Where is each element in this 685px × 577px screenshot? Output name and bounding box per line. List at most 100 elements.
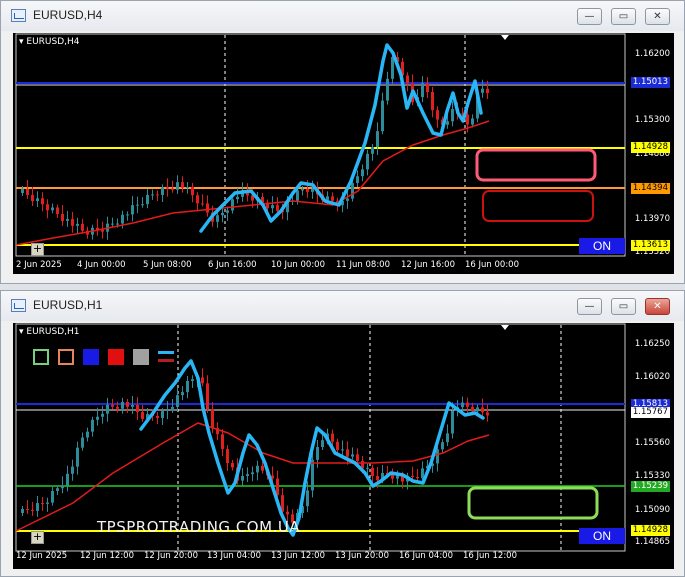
candle-body (311, 459, 314, 491)
maximize-button[interactable]: ▭ (611, 8, 636, 25)
window-title: EURUSD,H4 (33, 8, 103, 22)
candle-body (131, 405, 134, 407)
candle-body (446, 121, 449, 125)
candle-body (436, 110, 439, 120)
candle-body (231, 463, 234, 468)
candle-body (226, 210, 229, 213)
candle-body (161, 187, 164, 195)
crosshair-icon[interactable]: + (31, 531, 44, 544)
price-axis-label: 1.16200 (634, 49, 670, 59)
candle-body (76, 223, 79, 226)
time-axis-label: 4 Jun 00:00 (77, 260, 126, 270)
candle-body (486, 412, 489, 416)
price-chart[interactable]: ▾ EURUSD,H4 1.16200 1.15300 1.14880 1.13… (13, 33, 674, 274)
close-button[interactable]: ✕ (645, 298, 670, 315)
chart-window-h1[interactable]: EURUSD,H1 — ▭ ✕ ▾ EURUSD,H1 1.16250 1.16… (0, 290, 685, 577)
candle-body (476, 407, 479, 412)
candle-body (286, 511, 289, 515)
candle-body (116, 406, 119, 409)
candle-body (431, 92, 434, 111)
candle-body (51, 207, 54, 211)
candle-body (51, 491, 54, 503)
chart-symbol-title: ▾ EURUSD,H1 (19, 327, 80, 337)
window-titlebar[interactable]: EURUSD,H4 — ▭ ✕ (1, 1, 684, 31)
on-button[interactable]: ON (579, 238, 625, 254)
time-axis-label: 10 Jun 00:00 (271, 260, 325, 270)
candle-body (306, 189, 309, 192)
candle-body (241, 476, 244, 481)
candle-body (256, 465, 259, 473)
time-axis-label: 13 Jun 12:00 (271, 551, 325, 561)
crosshair-icon[interactable]: + (31, 243, 44, 256)
level-badge-orange: 1.14394 (630, 183, 670, 194)
rectangle-blue-fill-tool[interactable] (83, 349, 99, 365)
minimize-button[interactable]: — (577, 8, 602, 25)
chart-symbol-label: EURUSD,H1 (26, 327, 80, 337)
candle-body (406, 75, 409, 84)
window-titlebar[interactable]: EURUSD,H1 — ▭ ✕ (1, 291, 684, 321)
candle-body (206, 383, 209, 409)
candle-body (351, 183, 354, 199)
candle-body (71, 218, 74, 226)
candle-body (331, 196, 334, 201)
candle-body (451, 109, 454, 122)
chart-canvas[interactable] (13, 33, 674, 274)
rectangle-red-fill-tool[interactable] (108, 349, 124, 365)
time-axis-label: 12 Jun 2025 (16, 551, 68, 561)
candle-body (136, 204, 139, 206)
line-tools-icon[interactable] (158, 351, 174, 363)
candle-body (201, 377, 204, 384)
candle-body (211, 409, 214, 429)
time-axis-label: 16 Jun 12:00 (463, 551, 517, 561)
candle-body (481, 88, 484, 93)
candle-body (66, 218, 69, 221)
rectangle-gray-fill-tool[interactable] (133, 349, 149, 365)
candle-body (146, 194, 149, 205)
candle-body (21, 189, 24, 193)
level-badge-white: 1.15767 (630, 407, 670, 418)
candle-body (116, 223, 119, 225)
candle-body (311, 188, 314, 192)
time-axis-label: 2 Jun 2025 (16, 260, 62, 270)
candle-body (371, 467, 374, 476)
candle-body (141, 204, 144, 206)
candle-body (46, 204, 49, 211)
candle-body (41, 502, 44, 504)
candle-body (361, 169, 364, 177)
price-axis-label: 1.15090 (634, 505, 670, 515)
candle-body (426, 83, 429, 92)
candle-body (101, 413, 104, 417)
candle-body (26, 189, 29, 196)
candle-body (276, 205, 279, 211)
maximize-button[interactable]: ▭ (611, 298, 636, 315)
rectangle-green-tool[interactable] (33, 349, 49, 365)
candle-body (251, 472, 254, 475)
candle-body (296, 190, 299, 201)
level-badge-blue: 1.15013 (630, 77, 670, 88)
candle-body (131, 205, 134, 215)
candle-body (466, 114, 469, 125)
candle-body (301, 189, 304, 191)
candle-body (26, 509, 29, 510)
candle-body (136, 405, 139, 412)
candle-body (226, 449, 229, 463)
minimize-button[interactable]: — (577, 298, 602, 315)
candle-body (461, 402, 464, 408)
candle-body (56, 488, 59, 491)
candle-body (61, 214, 64, 221)
rectangle-salmon-tool[interactable] (58, 349, 74, 365)
watermark-text: TPSPROTRADING.COM.UA (97, 518, 301, 536)
candle-body (81, 437, 84, 448)
candle-body (471, 118, 474, 125)
price-axis-label: 1.15560 (634, 438, 670, 448)
price-chart[interactable]: ▾ EURUSD,H1 1.16250 1.16020 1.15560 1.15… (13, 323, 674, 569)
chart-window-h4[interactable]: EURUSD,H4 — ▭ ✕ ▾ EURUSD,H4 1.16200 1.15… (0, 0, 685, 284)
candle-body (91, 419, 94, 432)
level-badge-yellow-low: 1.13613 (630, 240, 670, 251)
close-button[interactable]: ✕ (645, 8, 670, 25)
candle-body (111, 223, 114, 225)
candle-body (166, 410, 169, 412)
on-button[interactable]: ON (579, 528, 625, 544)
candle-body (76, 447, 79, 467)
candle-body (246, 474, 249, 476)
